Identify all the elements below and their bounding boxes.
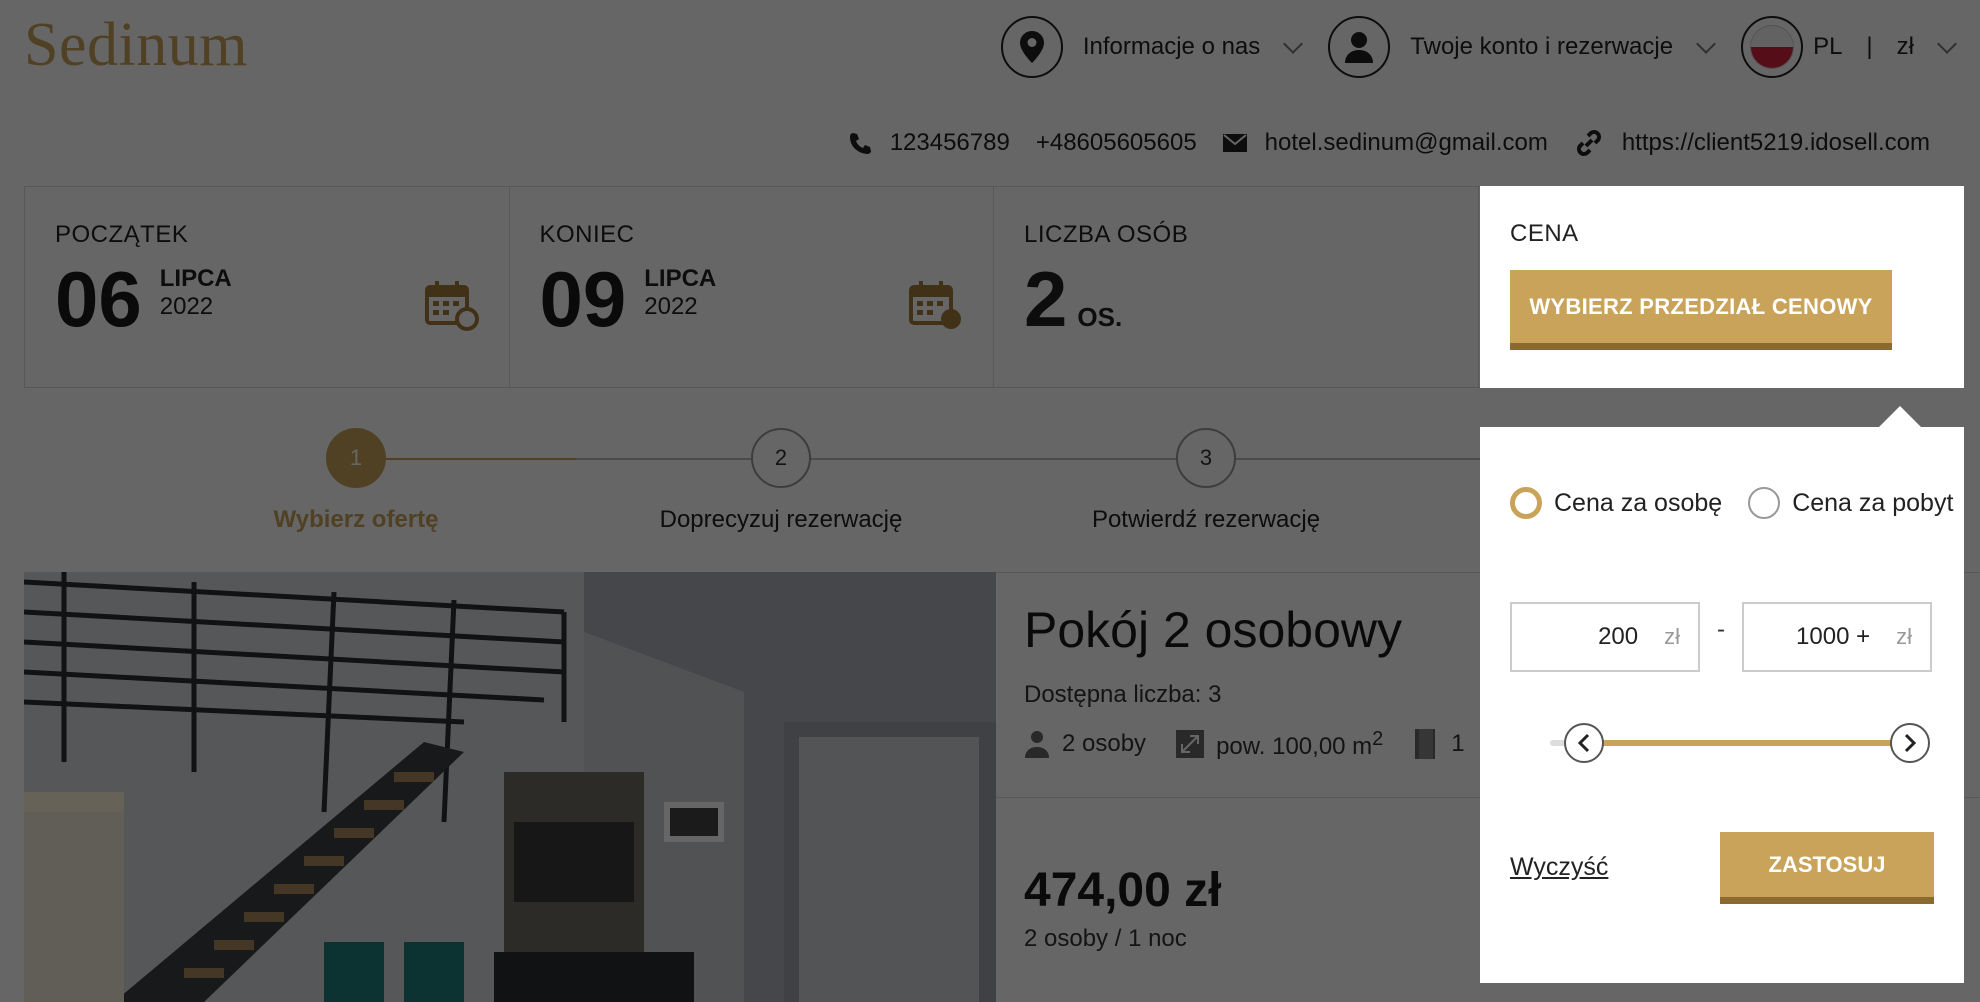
- price-filter-dropdown: Cena za osobę Cena za pobyt 200 zł - 100…: [1480, 427, 1964, 983]
- email-address: hotel.sedinum@gmail.com: [1264, 129, 1548, 156]
- radio-price-per-person-label: Cena za osobę: [1554, 488, 1723, 517]
- door-icon: [1415, 729, 1436, 759]
- contact-email[interactable]: hotel.sedinum@gmail.com: [1222, 129, 1548, 157]
- slider-max-handle[interactable]: [1890, 723, 1930, 763]
- contact-website[interactable]: https://client5219.idosell.com: [1574, 128, 1930, 158]
- calendar-start-icon: [424, 279, 479, 336]
- range-separator: -: [1717, 616, 1725, 643]
- end-day: 09: [539, 255, 627, 343]
- language-label: PL: [1813, 33, 1843, 60]
- nav-account-label: Twoje konto i rezerwacje: [1410, 33, 1674, 60]
- chevron-right-icon: [1904, 733, 1917, 753]
- step-3-number: 3: [1176, 428, 1236, 488]
- room-capacity: 2 osoby: [1024, 730, 1146, 758]
- apply-filter-button[interactable]: ZASTOSUJ: [1720, 832, 1934, 904]
- link-icon: [1576, 130, 1601, 156]
- start-day: 06: [55, 255, 142, 343]
- step-1[interactable]: 1 Wybierz ofertę: [206, 428, 506, 534]
- location-pin-icon: [1000, 16, 1063, 78]
- room-area-unit-exponent: 2: [1372, 727, 1384, 750]
- clear-filter-link[interactable]: Wyczyść: [1510, 853, 1608, 882]
- end-date-label: KONIEC: [539, 221, 635, 248]
- choose-price-range-button[interactable]: WYBIERZ PRZEDZIAŁ CENOWY: [1510, 270, 1892, 350]
- step-2-number: 2: [751, 428, 811, 488]
- radio-price-per-stay-label: Cena za pobyt: [1792, 488, 1954, 517]
- min-price-value: 200: [1598, 623, 1639, 650]
- phone-icon: [849, 133, 871, 154]
- nav-about[interactable]: Informacje o nas: [1000, 16, 1304, 78]
- contact-bar: 123456789 +48605605605 hotel.sedinum@gma…: [848, 128, 1930, 158]
- step-1-number: 1: [326, 428, 386, 488]
- step-1-label: Wybierz ofertę: [273, 506, 439, 533]
- nav-account[interactable]: Twoje konto i rezerwacje: [1328, 16, 1716, 78]
- price-mode-radios: Cena za osobę Cena za pobyt: [1510, 487, 1953, 519]
- end-month: LIPCA: [644, 265, 717, 292]
- room-area: pow. 100,00 m2: [1176, 728, 1383, 761]
- chevron-left-icon: [1577, 733, 1590, 753]
- room-area-label: pow. 100,00 m: [1216, 732, 1373, 760]
- top-navigation: Informacje o nas Twoje konto i rezerwacj…: [1000, 16, 1957, 78]
- flag-pl-icon: [1741, 16, 1804, 78]
- slider-min-handle[interactable]: [1564, 723, 1604, 763]
- room-capacity-label: 2 osoby: [1062, 730, 1147, 757]
- language-currency-switch[interactable]: PL | zł: [1741, 16, 1957, 78]
- flag: [1750, 25, 1795, 69]
- price-range-slider[interactable]: [1550, 723, 1930, 763]
- price-label: CENA: [1510, 220, 1579, 247]
- start-year: 2022: [159, 293, 214, 320]
- end-year: 2022: [644, 293, 698, 320]
- max-price-unit: zł: [1896, 624, 1912, 649]
- page: Sedinum Informacje o nas Twoje konto i r…: [0, 0, 1980, 1002]
- min-price-unit: zł: [1664, 624, 1680, 649]
- start-date-field[interactable]: POCZĄTEK 06 LIPCA 2022: [25, 187, 510, 387]
- step-2[interactable]: 2 Doprecyzuj rezerwację: [631, 428, 931, 534]
- envelope-icon: [1222, 134, 1247, 152]
- chevron-down-icon: [1696, 34, 1716, 54]
- lang-currency-separator: |: [1866, 33, 1873, 60]
- room-photo[interactable]: [24, 572, 996, 1002]
- chevron-down-icon: [1937, 34, 1957, 54]
- step-3-label: Potwierdź rezerwację: [1091, 506, 1321, 533]
- start-date-label: POCZĄTEK: [55, 221, 189, 248]
- currency-label: zł: [1896, 33, 1914, 60]
- step-2-label: Doprecyzuj rezerwację: [659, 506, 903, 533]
- phone-number-2[interactable]: +48605605605: [1036, 129, 1197, 157]
- radio-price-per-person[interactable]: Cena za osobę: [1510, 487, 1722, 519]
- persons-label: LICZBA OSÓB: [1024, 221, 1189, 248]
- room-doors: 1: [1413, 727, 1465, 761]
- max-price-input[interactable]: 1000 + zł: [1742, 602, 1932, 672]
- dropdown-arrow: [1878, 406, 1922, 428]
- radio-selected-icon: [1510, 487, 1542, 519]
- chevron-down-icon: [1283, 34, 1304, 54]
- start-month: LIPCA: [159, 265, 232, 292]
- calendar-end-icon: [909, 279, 963, 336]
- end-date-field[interactable]: KONIEC 09 LIPCA 2022: [510, 187, 994, 387]
- room-door-count: 1: [1451, 730, 1465, 757]
- area-expand-icon: [1176, 730, 1205, 758]
- price-field: CENA WYBIERZ PRZEDZIAŁ CENOWY: [1480, 186, 1964, 388]
- min-price-input[interactable]: 200 zł: [1510, 602, 1700, 672]
- room-price: 474,00 zł: [1024, 864, 1222, 917]
- room-price-note: 2 osoby / 1 noc: [1024, 925, 1187, 952]
- radio-unselected-icon: [1748, 487, 1781, 519]
- website-url: https://client5219.idosell.com: [1621, 129, 1930, 156]
- max-price-value: 1000 +: [1796, 623, 1871, 650]
- radio-price-per-stay[interactable]: Cena za pobyt: [1748, 487, 1953, 519]
- phone-number-1: 123456789: [889, 129, 1010, 156]
- user-icon: [1328, 16, 1391, 78]
- persons-count: 2: [1024, 255, 1068, 343]
- hotel-logo[interactable]: Sedinum: [24, 10, 248, 81]
- persons-field[interactable]: LICZBA OSÓB 2 OS.: [994, 187, 1479, 387]
- slider-range-fill: [1600, 740, 1910, 746]
- nav-about-label: Informacje o nas: [1082, 33, 1261, 60]
- step-3[interactable]: 3 Potwierdź rezerwację: [1056, 428, 1356, 534]
- price-range-inputs: 200 zł - 1000 + zł: [1510, 602, 1932, 672]
- contact-phone[interactable]: 123456789: [848, 129, 1010, 157]
- persons-unit: OS.: [1077, 302, 1123, 332]
- person-icon: [1025, 731, 1049, 758]
